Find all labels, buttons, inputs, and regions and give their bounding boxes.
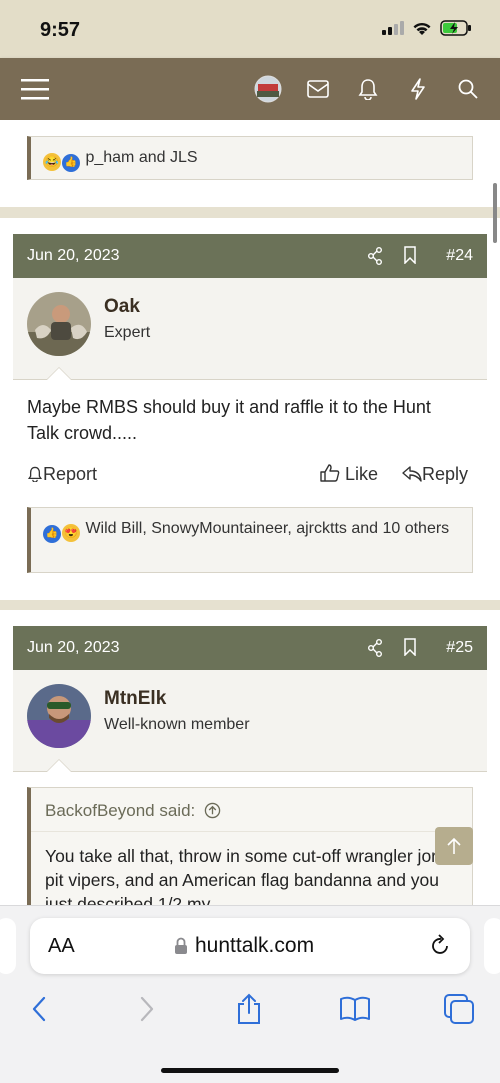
reply-label: Reply: [422, 464, 469, 484]
post-body: Maybe RMBS should buy it and raffle it t…: [27, 397, 431, 443]
thumbs-up-icon: [320, 464, 340, 482]
scroll-indicator[interactable]: [493, 183, 497, 243]
username[interactable]: Oak: [104, 296, 140, 318]
post-date[interactable]: Jun 20, 2023: [27, 639, 120, 657]
share-icon: [238, 993, 260, 1024]
next-tab-pill[interactable]: [484, 918, 500, 974]
arrow-up-icon: [447, 837, 461, 854]
tabs-icon: [444, 994, 474, 1024]
lightning-icon[interactable]: [403, 74, 433, 104]
like-reaction-icon: 👍: [43, 525, 61, 543]
post-actions: Report Like Reply: [27, 464, 473, 488]
reactions-users: Wild Bill, SnowyMountaineer, ajrcktts an…: [85, 520, 450, 537]
reactions-summary[interactable]: 👍 😍 Wild Bill, SnowyMountaineer, ajrcktts…: [27, 507, 473, 573]
user-block: MtnElk Well-known member: [13, 670, 487, 772]
status-time: 9:57: [40, 19, 81, 41]
forward-button[interactable]: [130, 992, 164, 1026]
scroll-to-top-button[interactable]: [435, 827, 473, 865]
wifi-icon: [413, 22, 431, 35]
quote-text: You take all that, throw in some cut-off…: [45, 846, 456, 905]
share-icon[interactable]: [367, 247, 383, 265]
chevron-right-icon: [140, 996, 154, 1022]
battery-charging-icon: [440, 20, 471, 36]
username[interactable]: MtnElk: [104, 688, 166, 710]
share-icon[interactable]: [367, 639, 383, 657]
browser-toolbar: AA hunttalk.com: [0, 905, 500, 1083]
notch: [47, 368, 71, 380]
home-indicator: [161, 1068, 339, 1073]
user-avatar[interactable]: [27, 684, 91, 748]
chevron-left-icon: [32, 996, 46, 1022]
report-link[interactable]: Report: [27, 464, 97, 485]
cellular-signal-icon: [382, 21, 404, 35]
user-avatar[interactable]: [27, 292, 91, 356]
prev-tab-pill[interactable]: [0, 918, 16, 974]
like-reaction-icon: 👍: [62, 154, 80, 172]
post-header: Jun 20, 2023 #25: [13, 626, 487, 670]
menu-icon[interactable]: [20, 74, 50, 104]
bell-icon[interactable]: [353, 74, 383, 104]
post-card-24: Jun 20, 2023 #24 Oak Expert Maybe RMBS s…: [0, 218, 500, 600]
thread-content: 😂 👍 p_ham and JLS Jun 20, 2023 #24 Oak E…: [0, 120, 500, 905]
avatar[interactable]: [253, 74, 283, 104]
address-bar[interactable]: AA hunttalk.com: [30, 918, 470, 974]
report-label: Report: [43, 464, 98, 484]
user-title: Expert: [104, 324, 151, 341]
share-button[interactable]: [232, 992, 266, 1026]
arrow-up-circle-icon: [204, 802, 221, 819]
quote-header[interactable]: BackofBeyond said:: [31, 788, 472, 832]
love-reaction-icon: 😍: [62, 524, 80, 542]
reactions-summary[interactable]: 😂 👍 p_ham and JLS: [27, 136, 473, 180]
status-icons: [382, 20, 472, 36]
post-number[interactable]: #24: [446, 247, 473, 265]
like-label: Like: [345, 464, 379, 484]
quote-block: BackofBeyond said: You take all that, th…: [27, 787, 473, 905]
mail-icon[interactable]: [303, 74, 333, 104]
search-icon[interactable]: [453, 74, 483, 104]
reply-icon: [402, 466, 422, 482]
tabs-button[interactable]: [442, 992, 476, 1026]
text-size-button[interactable]: AA: [48, 935, 75, 958]
bookmarks-button[interactable]: [338, 992, 372, 1026]
bell-icon: [27, 466, 43, 483]
laugh-reaction-icon: 😂: [43, 153, 61, 171]
status-bar: 9:57: [0, 0, 500, 58]
book-icon: [340, 996, 370, 1021]
like-button[interactable]: Like: [320, 464, 378, 485]
back-button[interactable]: [22, 992, 56, 1026]
post-number[interactable]: #25: [446, 639, 473, 657]
post-card-25: Jun 20, 2023 #25 MtnElk Well-known membe…: [0, 610, 500, 905]
quote-author: BackofBeyond said:: [45, 801, 196, 820]
reply-button[interactable]: Reply: [402, 464, 468, 485]
user-block: Oak Expert: [13, 278, 487, 380]
top-navbar: [0, 58, 500, 120]
notch: [47, 760, 71, 772]
post-header: Jun 20, 2023 #24: [13, 234, 487, 278]
post-date[interactable]: Jun 20, 2023: [27, 247, 120, 265]
lock-icon: [175, 937, 187, 954]
url-text[interactable]: hunttalk.com: [195, 934, 314, 958]
reload-icon[interactable]: [429, 934, 451, 958]
user-title: Well-known member: [104, 716, 250, 733]
bookmark-icon[interactable]: [403, 638, 417, 656]
reactions-users: p_ham and JLS: [85, 149, 198, 166]
bookmark-icon[interactable]: [403, 246, 417, 264]
post-card-previous: 😂 👍 p_ham and JLS: [0, 120, 500, 207]
